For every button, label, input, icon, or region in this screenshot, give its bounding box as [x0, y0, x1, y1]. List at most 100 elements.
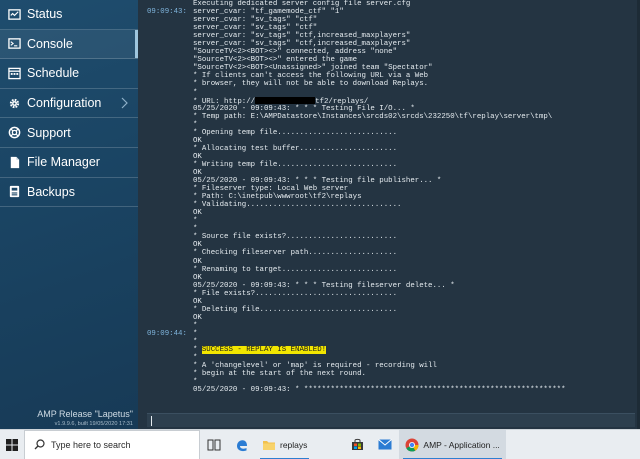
edge-icon: [237, 439, 247, 451]
task-view-button[interactable]: [200, 430, 228, 459]
console-text: * Deleting file.........................…: [193, 305, 398, 314]
sidebar-item-file-manager[interactable]: File Manager: [0, 148, 138, 178]
console-line: * Validating............................…: [138, 201, 638, 209]
console-text: *: [193, 337, 198, 346]
console-line: server_cvar: "sv_tags" "ctf": [138, 16, 638, 24]
console-text: OK: [193, 209, 202, 218]
console-line: OK: [138, 314, 638, 322]
console-text: * Renaming to target....................…: [193, 265, 398, 274]
console-line: *: [138, 338, 638, 346]
console-line: *: [138, 217, 638, 225]
console-input[interactable]: [147, 413, 635, 427]
sidebar-item-label: Console: [27, 36, 73, 51]
console-line: * Source file exists?...................…: [138, 233, 638, 241]
console-text: * Writing temp file.....................…: [193, 160, 398, 169]
mail-icon: [378, 439, 393, 450]
sidebar: Status Console Schedule Configuration Su…: [0, 0, 138, 429]
console-text: *: [193, 321, 198, 330]
console-line: OK: [138, 209, 638, 217]
console-text: * Checking fileserver path..............…: [193, 249, 398, 258]
console-line: * Temp path: E:\AMPDatastore\Instances\s…: [138, 113, 638, 121]
search-icon: [34, 439, 45, 450]
console-line: *: [138, 89, 638, 97]
console-line: "SourceTV<2><BOT><>" entered the game: [138, 56, 638, 64]
console-text: OK: [193, 241, 202, 250]
console-text: * browser, they will not be able to down…: [193, 80, 429, 89]
console-text: *: [193, 120, 198, 129]
console-text: 05/25/2020 - 09:09:43: * * * Testing Fil…: [193, 104, 415, 113]
taskbar-store-button[interactable]: [343, 430, 371, 459]
console-text: * File exists?..........................…: [193, 289, 398, 298]
redacted-block: [255, 96, 316, 104]
console-line: "SourceTV<2><BOT><Unassigned>" joined te…: [138, 64, 638, 72]
sidebar-item-schedule[interactable]: Schedule: [0, 59, 138, 89]
text-caret: [151, 416, 152, 426]
console-line: * Deleting file.........................…: [138, 306, 638, 314]
console-text: * SUCCESS - REPLAY IS ENABLED!: [193, 346, 327, 355]
sidebar-item-label: Schedule: [27, 66, 80, 81]
console-text: server_cvar: "sv_tags" "ctf": [193, 24, 318, 33]
task-view-icon: [207, 439, 221, 450]
console-line: OK: [138, 274, 638, 282]
console-line: * Checking fileserver path..............…: [138, 249, 638, 257]
sidebar-item-status[interactable]: Status: [0, 0, 138, 30]
sidebar-item-console[interactable]: Console: [0, 29, 138, 60]
console-line: *: [138, 225, 638, 233]
file-icon: [8, 156, 21, 169]
console-line: * Fileserver type: Local Web server: [138, 185, 638, 193]
console-text: OK: [193, 273, 202, 282]
console-line: * If clients can't access the following …: [138, 72, 638, 80]
console-line: 05/25/2020 - 09:09:43: * * * Testing Fil…: [138, 105, 638, 113]
release-info: AMP Release "Lapetus" v1.9.9.6, built 19…: [37, 409, 133, 427]
chrome-icon: [405, 438, 419, 452]
console-line: OK: [138, 258, 638, 266]
console-line: * Path: C:\inetpub\wwwroot\tf2\replays: [138, 193, 638, 201]
taskbar-edge-button[interactable]: [228, 430, 256, 459]
console-line: * SUCCESS - REPLAY IS ENABLED!: [138, 346, 638, 355]
taskbar-explorer-replays[interactable]: replays: [256, 430, 313, 459]
console-text: OK: [193, 168, 202, 177]
console-text: * Source file exists?...................…: [193, 233, 398, 242]
console-line: server_cvar: "sv_tags" "ctf,increased_ma…: [138, 32, 638, 40]
status-icon: [8, 8, 21, 21]
console-text: OK: [193, 136, 202, 145]
sidebar-item-backups[interactable]: Backups: [0, 178, 138, 208]
console-line: OK: [138, 169, 638, 177]
console-line: *: [138, 354, 638, 362]
console-text: * Temp path: E:\AMPDatastore\Instances\s…: [193, 112, 553, 121]
console-text: *: [193, 378, 198, 387]
console-line: Executing dedicated server config file s…: [138, 0, 638, 8]
taskbar-mail-button[interactable]: [371, 430, 399, 459]
console-text: Executing dedicated server config file s…: [193, 0, 411, 8]
console-text: "SourceTV<2><BOT><>" entered the game: [193, 56, 358, 65]
console-text: 05/25/2020 - 09:09:43: * * * Testing fil…: [193, 281, 455, 290]
console-line: server_cvar: "sv_tags" "ctf,increased_ma…: [138, 40, 638, 48]
taskbar-search-input[interactable]: Type here to search: [24, 429, 200, 459]
sidebar-item-support[interactable]: Support: [0, 118, 138, 148]
console-text: server_cvar: "tf_gamemode_ctf" "1": [193, 8, 344, 17]
console-text: OK: [193, 297, 202, 306]
start-button[interactable]: [0, 430, 24, 459]
console-icon: [8, 37, 21, 50]
store-icon: [351, 438, 363, 450]
console-text: server_cvar: "sv_tags" "ctf,increased_ma…: [193, 40, 411, 49]
console-line: *: [138, 121, 638, 129]
console-text: 05/25/2020 - 09:09:43: * * * Testing fil…: [193, 177, 442, 186]
console-line: 05/25/2020 - 09:09:43: * ***************…: [138, 386, 638, 394]
sidebar-item-configuration[interactable]: Configuration: [0, 89, 138, 119]
console-text: server_cvar: "sv_tags" "ctf,increased_ma…: [193, 32, 411, 41]
console-line: *: [138, 322, 638, 330]
sidebar-item-label: Backups: [27, 184, 75, 199]
console-text: * If clients can't access the following …: [193, 72, 429, 81]
sidebar-item-label: Status: [27, 7, 63, 22]
console-text: * Allocating test buffer................…: [193, 144, 398, 153]
console-text: "SourceTV<2><BOT><>" connected, address …: [193, 48, 398, 57]
console-timestamp: 09:09:44:: [147, 329, 187, 338]
console-text: OK: [193, 313, 202, 322]
console-line: "SourceTV<2><BOT><>" connected, address …: [138, 48, 638, 56]
taskbar-chrome-amp[interactable]: AMP - Application ...: [399, 429, 506, 459]
console-line: * Opening temp file.....................…: [138, 129, 638, 137]
console-line: 05/25/2020 - 09:09:43: * * * Testing fil…: [138, 282, 638, 290]
console-line: server_cvar: "sv_tags" "ctf": [138, 24, 638, 32]
